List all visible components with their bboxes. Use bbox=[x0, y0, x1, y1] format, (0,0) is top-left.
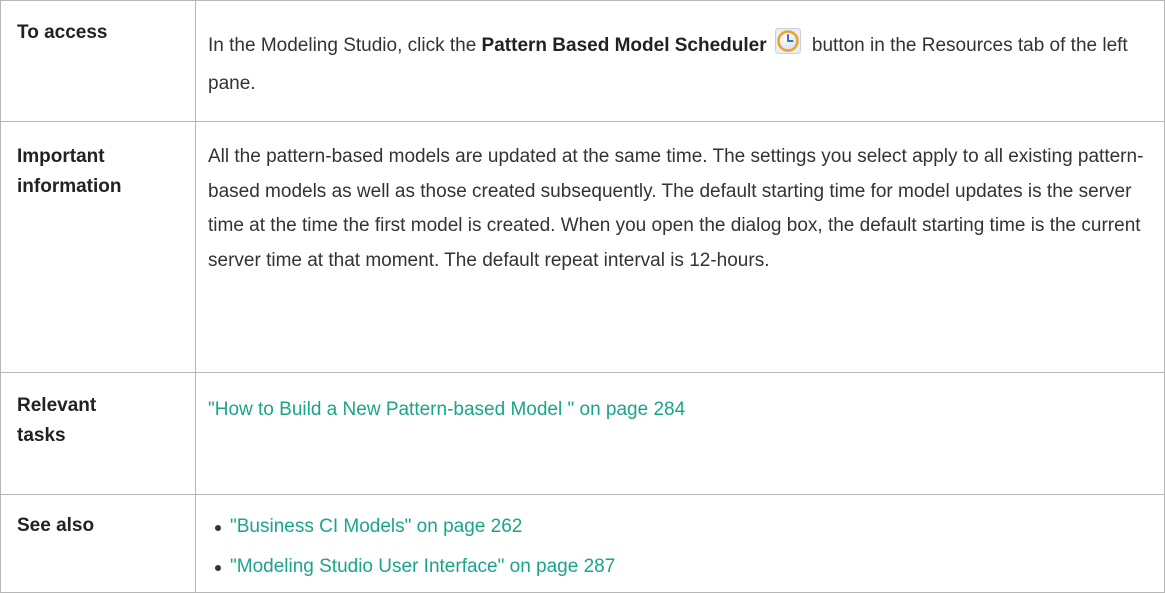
label-relevant-line2: tasks bbox=[17, 425, 66, 446]
list-item: "Business CI Models" on page 262 bbox=[215, 507, 1154, 547]
see-also-list: "Business CI Models" on page 262 "Modeli… bbox=[208, 507, 1154, 587]
row-to-access: To access In the Modeling Studio, click … bbox=[0, 0, 1165, 122]
list-item: "Modeling Studio User Interface" on page… bbox=[215, 547, 1154, 587]
row-important-information: Important information All the pattern-bas… bbox=[0, 121, 1165, 373]
clock-icon[interactable] bbox=[774, 28, 801, 54]
content-important-information: All the pattern-based models are updated… bbox=[195, 121, 1165, 373]
label-relevant-line1: Relevant bbox=[17, 395, 97, 416]
label-important-line2: information bbox=[17, 176, 122, 197]
label-relevant-tasks: Relevant tasks bbox=[0, 372, 196, 495]
label-important-information: Important information bbox=[0, 121, 196, 373]
label-important-line1: Important bbox=[17, 146, 105, 167]
content-see-also: "Business CI Models" on page 262 "Modeli… bbox=[195, 494, 1165, 593]
label-to-access: To access bbox=[0, 0, 196, 122]
link-business-ci-models[interactable]: "Business CI Models" on page 262 bbox=[230, 516, 522, 537]
content-to-access: In the Modeling Studio, click the Patter… bbox=[195, 0, 1165, 122]
access-text-before: In the Modeling Studio, click the bbox=[208, 35, 482, 56]
link-modeling-studio-ui[interactable]: "Modeling Studio User Interface" on page… bbox=[230, 556, 615, 577]
row-relevant-tasks: Relevant tasks "How to Build a New Patter… bbox=[0, 372, 1165, 495]
label-see-also: See also bbox=[0, 494, 196, 593]
row-see-also: See also "Business CI Models" on page 26… bbox=[0, 494, 1165, 593]
content-relevant-tasks: "How to Build a New Pattern-based Model … bbox=[195, 372, 1165, 495]
scheduler-name: Pattern Based Model Scheduler bbox=[481, 35, 767, 56]
info-table: To access In the Modeling Studio, click … bbox=[0, 0, 1165, 593]
link-build-pattern-model[interactable]: "How to Build a New Pattern-based Model … bbox=[208, 399, 685, 420]
